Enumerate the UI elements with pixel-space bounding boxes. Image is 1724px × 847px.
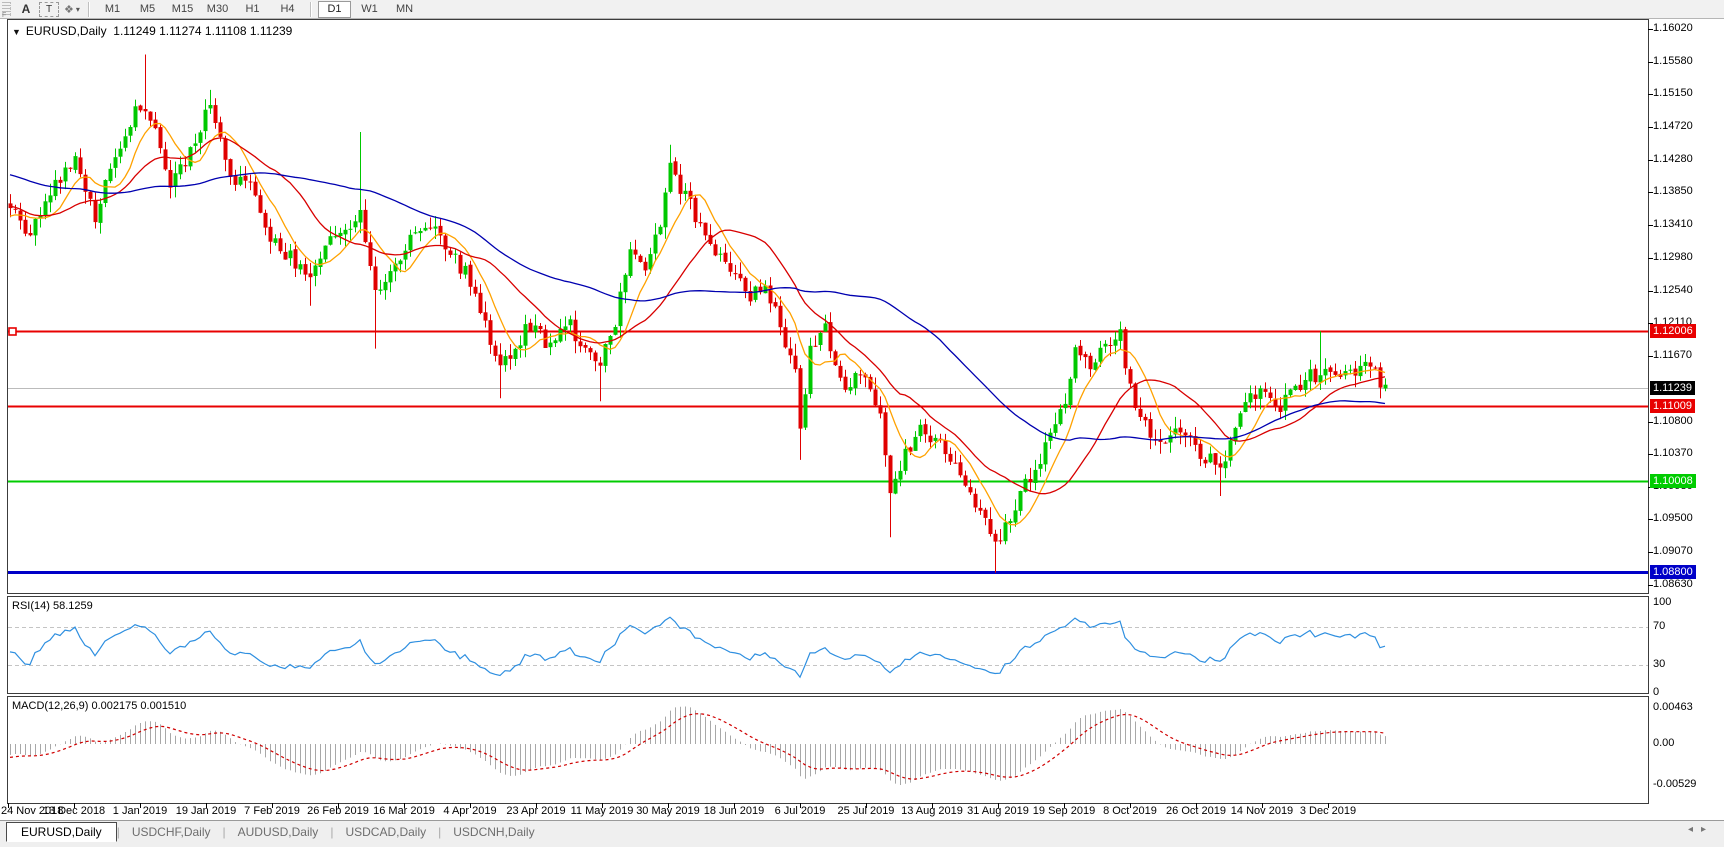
price-level-tag[interactable]: 1.11009 (1650, 399, 1695, 413)
price-axis-tick: 1.14720 (1653, 120, 1693, 132)
chart-symbol-period: EURUSD,Daily (25, 24, 107, 38)
date-axis-label: 13 Dec 2018 (42, 805, 106, 817)
terminal-window: { "toolbar": { "grip_letter": "F", "font… (0, 0, 1724, 847)
symbol-tab-0[interactable]: EURUSD,Daily (6, 822, 117, 842)
date-axis-label: 26 Oct 2019 (1166, 805, 1226, 817)
price-axis-tick: 1.09070 (1653, 545, 1693, 557)
date-axis-label: 19 Sep 2019 (1032, 805, 1096, 817)
tab-scroll-right-icon[interactable]: ▸ (1701, 824, 1714, 835)
price-level-tag[interactable]: 1.10008 (1650, 474, 1696, 488)
rsi-axis-tick: 100 (1653, 596, 1672, 608)
date-axis-label: 13 Aug 2019 (901, 805, 963, 817)
price-axis-tick: 1.08630 (1653, 578, 1693, 590)
price-axis-tick: 1.15580 (1653, 55, 1693, 67)
price-axis-tick: 1.16020 (1653, 22, 1693, 34)
chart-title: ▼ EURUSD,Daily 1.11249 1.11274 1.11108 1.… (12, 24, 292, 38)
tab-scroll-arrows: ◂▸ (1688, 824, 1714, 835)
symbol-tab-1[interactable]: USDCHF,Daily (120, 823, 223, 841)
date-axis-label: 4 Apr 2019 (443, 805, 497, 817)
price-axis-tick: 1.09500 (1653, 512, 1693, 524)
date-axis-label: 26 Feb 2019 (307, 805, 369, 817)
date-axis-label: 31 Aug 2019 (967, 805, 1029, 817)
symbol-tab-4[interactable]: USDCNH,Daily (441, 823, 546, 841)
rsi-axis-tick: 0 (1653, 686, 1660, 698)
macd-axis-tick: 0.00463 (1653, 701, 1693, 713)
macd-indicator-label: MACD(12,26,9) 0.002175 0.001510 (12, 700, 187, 712)
macd-axis-tick: -0.00529 (1653, 778, 1697, 790)
date-axis-label: 18 Jun 2019 (703, 805, 765, 817)
price-chart-canvas[interactable] (0, 0, 1724, 847)
price-axis-tick: 1.15150 (1653, 87, 1693, 99)
rsi-indicator-label: RSI(14) 58.1259 (12, 600, 93, 612)
price-axis-tick: 1.11670 (1653, 349, 1692, 361)
price-level-tag[interactable]: 1.12006 (1650, 324, 1696, 338)
tab-scroll-left-icon[interactable]: ◂ (1688, 824, 1701, 835)
symbol-tab-2[interactable]: AUDUSD,Daily (226, 823, 331, 841)
date-axis-label: 23 Apr 2019 (506, 805, 566, 817)
price-axis-tick: 1.12980 (1653, 251, 1693, 263)
rsi-axis-tick: 70 (1653, 620, 1666, 632)
bottom-strip (0, 842, 1724, 847)
date-axis-label: 11 May 2019 (570, 805, 634, 817)
price-axis-tick: 1.12540 (1653, 284, 1693, 296)
date-axis-label: 3 Dec 2019 (1299, 805, 1357, 817)
rsi-axis-tick: 30 (1653, 658, 1666, 670)
price-axis-tick: 1.14280 (1653, 153, 1693, 165)
date-axis-label: 19 Jan 2019 (175, 805, 237, 817)
date-axis-label: 25 Jul 2019 (837, 805, 895, 817)
macd-axis-tick: 0.00 (1653, 737, 1675, 749)
price-axis-tick: 1.13850 (1653, 185, 1693, 197)
date-axis-label: 7 Feb 2019 (244, 805, 300, 817)
date-axis-label: 30 May 2019 (636, 805, 700, 817)
price-axis-tick: 1.10800 (1653, 415, 1693, 427)
date-axis-label: 8 Oct 2019 (1103, 805, 1157, 817)
symbol-tabbar: EURUSD,Daily | USDCHF,Daily | AUDUSD,Daily | U… (0, 820, 1724, 842)
price-axis-tick: 1.10370 (1653, 447, 1693, 459)
date-axis-label: 16 Mar 2019 (373, 805, 435, 817)
price-level-tag[interactable]: 1.08800 (1650, 565, 1696, 579)
symbol-tab-3[interactable]: USDCAD,Daily (333, 823, 438, 841)
date-axis-label: 14 Nov 2019 (1230, 805, 1294, 817)
date-axis-label: 1 Jan 2019 (112, 805, 168, 817)
chart-context-arrow-icon[interactable]: ▼ (12, 27, 21, 37)
price-axis-tick: 1.13410 (1653, 218, 1693, 230)
current-price-tag: 1.11239 (1650, 381, 1695, 395)
date-axis-label: 6 Jul 2019 (774, 805, 826, 817)
chart-ohlc-readout: 1.11249 1.11274 1.11108 1.11239 (113, 24, 293, 38)
